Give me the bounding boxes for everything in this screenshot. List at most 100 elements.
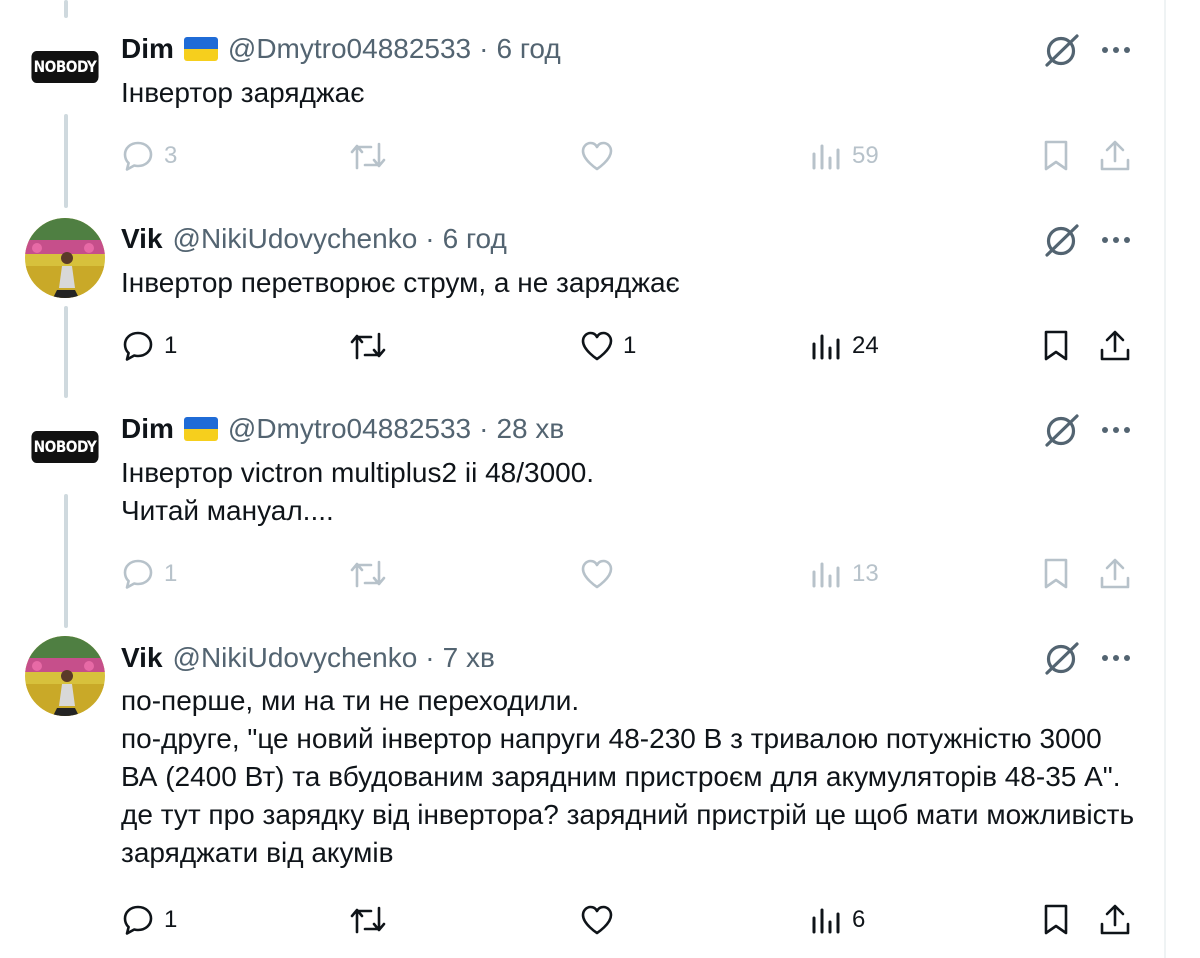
views-button[interactable]: 13: [808, 552, 879, 596]
like-button[interactable]: [579, 898, 623, 942]
tweet-header: Vik @NikiUdovychenko · 7 хв: [121, 638, 495, 678]
bookmark-button[interactable]: [1038, 134, 1074, 178]
reply-button[interactable]: 1: [120, 552, 177, 596]
reply-icon: [123, 331, 153, 361]
share-button[interactable]: [1097, 324, 1133, 368]
ukraine-flag-icon: [183, 417, 218, 441]
user-handle[interactable]: @Dmytro04882533: [228, 413, 471, 445]
share-icon: [1100, 330, 1130, 361]
user-handle[interactable]: @NikiUdovychenko: [173, 642, 418, 674]
retweet-button[interactable]: [348, 898, 396, 942]
tweet-paragraph: по-друге, "це новий інвертор напруги 48-…: [121, 723, 1135, 868]
display-name[interactable]: Dim: [121, 33, 174, 65]
nobody-logo: NOBODY: [31, 51, 99, 83]
tweet-text: Інвертор перетворює струм, а не заряджає: [121, 264, 1141, 302]
action-bar: 1 1 24: [0, 324, 1164, 368]
timestamp[interactable]: 7 хв: [443, 642, 495, 674]
avatar[interactable]: [25, 636, 105, 716]
user-handle[interactable]: @NikiUdovychenko: [173, 223, 418, 255]
tweet-header: Vik @NikiUdovychenko · 6 год: [121, 219, 507, 259]
like-button[interactable]: [579, 552, 623, 596]
more-icon: [1102, 655, 1130, 661]
reply-button[interactable]: 1: [120, 324, 177, 368]
display-name[interactable]: Vik: [121, 223, 163, 255]
tweet-text: Інвертор victron multiplus2 ii 48/3000. …: [121, 454, 1141, 530]
more-button[interactable]: [1094, 28, 1138, 72]
tweet-paragraph: по-перше, ми на ти не переходили.: [121, 685, 580, 716]
separator-dot: ·: [479, 413, 489, 444]
tweet-paragraph: Читай мануал....: [121, 495, 334, 526]
bookmark-button[interactable]: [1038, 552, 1074, 596]
more-button[interactable]: [1094, 636, 1138, 680]
view-count: 59: [852, 142, 879, 169]
tweet-paragraph: Інвертор заряджає: [121, 77, 365, 108]
reply-count: 1: [164, 906, 178, 933]
tweet[interactable]: Vik @NikiUdovychenko · 7 хв по-перше, ми…: [0, 618, 1164, 958]
grok-icon: [1045, 642, 1079, 675]
tweet-text: по-перше, ми на ти не переходили. по-дру…: [121, 682, 1141, 872]
bookmark-button[interactable]: [1038, 898, 1074, 942]
retweet-button[interactable]: [348, 134, 396, 178]
tweet-header: Dim @Dmytro04882533 · 6 год: [121, 29, 561, 69]
heart-icon: [581, 141, 613, 171]
view-count: 24: [852, 332, 879, 359]
avatar[interactable]: NOBODY: [25, 27, 105, 107]
views-chart-icon: [812, 144, 840, 170]
views-button[interactable]: 6: [808, 898, 865, 942]
like-count: 1: [623, 332, 637, 359]
view-count: 13: [852, 560, 879, 587]
timestamp[interactable]: 6 год: [443, 223, 507, 255]
reply-count: 1: [164, 560, 178, 587]
tweet[interactable]: Vik @NikiUdovychenko · 6 год Інвертор пе…: [0, 190, 1164, 380]
nobody-logo: NOBODY: [31, 431, 99, 463]
views-chart-icon: [812, 334, 840, 360]
more-button[interactable]: [1094, 408, 1138, 452]
bookmark-icon: [1044, 904, 1068, 935]
bookmark-button[interactable]: [1038, 324, 1074, 368]
action-bar: 1 13: [0, 552, 1164, 596]
retweet-button[interactable]: [348, 552, 396, 596]
grok-button[interactable]: [1040, 218, 1084, 262]
like-button[interactable]: 1: [579, 324, 636, 368]
grok-icon: [1045, 34, 1079, 67]
bookmark-icon: [1044, 330, 1068, 361]
action-bar: 3 59: [0, 134, 1164, 178]
views-button[interactable]: 59: [808, 134, 879, 178]
action-bar: 1 6: [0, 898, 1164, 942]
tweet[interactable]: NOBODY Dim @Dmytro04882533 · 6 год Інвер…: [0, 0, 1164, 190]
more-icon: [1102, 427, 1130, 433]
tweet-header: Dim @Dmytro04882533 · 28 хв: [121, 409, 564, 449]
display-name[interactable]: Vik: [121, 642, 163, 674]
reply-count: 3: [164, 142, 178, 169]
tweet[interactable]: NOBODY Dim @Dmytro04882533 · 28 хв Інвер…: [0, 380, 1164, 618]
like-button[interactable]: [579, 134, 623, 178]
tweet-paragraph: Інвертор перетворює струм, а не заряджає: [121, 267, 680, 298]
timestamp[interactable]: 6 год: [496, 33, 560, 65]
heart-icon: [581, 559, 613, 589]
avatar[interactable]: NOBODY: [25, 407, 105, 487]
more-button[interactable]: [1094, 218, 1138, 262]
views-chart-icon: [812, 908, 840, 934]
grok-button[interactable]: [1040, 636, 1084, 680]
timestamp[interactable]: 28 хв: [496, 413, 564, 445]
tweet-text: Інвертор заряджає: [121, 74, 1141, 112]
share-button[interactable]: [1097, 898, 1133, 942]
retweet-icon: [350, 560, 386, 588]
bookmark-icon: [1044, 140, 1068, 171]
retweet-button[interactable]: [348, 324, 396, 368]
avatar[interactable]: [25, 218, 105, 298]
grok-button[interactable]: [1040, 408, 1084, 452]
column-border: [1164, 0, 1166, 958]
reply-button[interactable]: 3: [120, 134, 177, 178]
views-button[interactable]: 24: [808, 324, 879, 368]
view-count: 6: [852, 906, 866, 933]
separator-dot: ·: [479, 33, 489, 64]
share-button[interactable]: [1097, 552, 1133, 596]
reply-icon: [123, 141, 153, 171]
reply-button[interactable]: 1: [120, 898, 177, 942]
user-handle[interactable]: @Dmytro04882533: [228, 33, 471, 65]
display-name[interactable]: Dim: [121, 413, 174, 445]
share-button[interactable]: [1097, 134, 1133, 178]
grok-button[interactable]: [1040, 28, 1084, 72]
reply-icon: [123, 905, 153, 935]
